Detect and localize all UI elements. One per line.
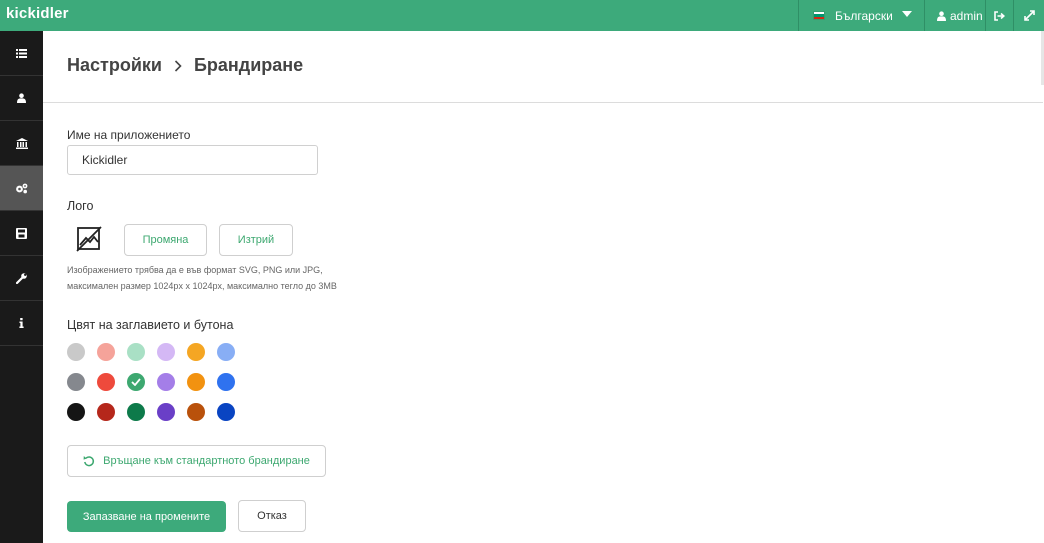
header-divider [43,102,1043,103]
sidebar-item-list[interactable] [0,31,43,76]
color-swatch[interactable] [97,403,115,421]
sidebar-item-users[interactable] [0,76,43,121]
caret-down-icon [902,11,912,17]
user-icon [937,10,946,21]
sidebar [0,31,43,543]
reset-branding-label: Връщане към стандартното брандиране [103,455,310,467]
color-swatch[interactable] [187,343,205,361]
change-logo-button[interactable]: Промяна [124,224,207,256]
user-icon [17,93,26,103]
color-swatch[interactable] [217,403,235,421]
sidebar-item-settings[interactable] [0,166,43,211]
color-swatch[interactable] [127,343,145,361]
color-swatch[interactable] [127,373,145,391]
undo-icon [83,456,95,467]
color-swatch[interactable] [97,343,115,361]
app-name-label: Име на приложението [67,128,191,142]
sign-out-icon [994,10,1005,21]
sidebar-item-organization[interactable] [0,121,43,166]
sidebar-item-tools[interactable] [0,256,43,301]
info-icon [19,318,24,328]
app-logo[interactable]: kickidler [6,5,69,22]
breadcrumb: Настройки Брандиране [67,55,303,76]
color-label: Цвят на заглавието и бутона [67,318,234,332]
color-swatch[interactable] [157,403,175,421]
cogs-icon [16,183,28,193]
main-content: Настройки Брандиране Име на приложението… [43,31,1043,543]
reset-branding-button[interactable]: Връщане към стандартното брандиране [67,445,326,477]
logo-hint-line-2: максимален размер 1024px x 1024px, макси… [67,281,337,291]
chevron-right-icon [174,59,182,72]
logout-button[interactable] [985,0,1013,31]
bulgaria-flag-icon [813,11,825,20]
wrench-icon [16,272,27,284]
color-swatch[interactable] [67,373,85,391]
bank-icon [15,137,28,149]
breadcrumb-current: Брандиране [193,55,304,75]
check-icon [131,378,141,386]
top-bar: kickidler Български admin [0,0,1044,31]
list-icon [16,48,27,58]
sidebar-item-info[interactable] [0,301,43,346]
language-selector[interactable]: Български [798,0,924,31]
breadcrumb-parent[interactable]: Настройки [67,55,162,76]
color-swatch[interactable] [217,373,235,391]
color-swatch[interactable] [67,343,85,361]
color-swatch[interactable] [67,403,85,421]
save-changes-button[interactable]: Запазване на промените [67,501,226,532]
color-swatch[interactable] [217,343,235,361]
user-name: admin [950,8,983,23]
color-swatch[interactable] [187,403,205,421]
app-name-input[interactable] [67,145,318,175]
cancel-button[interactable]: Отказ [238,500,306,532]
color-swatch[interactable] [127,403,145,421]
fullscreen-button[interactable] [1013,0,1044,31]
delete-logo-button[interactable]: Изтрий [219,224,293,256]
color-swatch[interactable] [157,343,175,361]
color-swatch[interactable] [187,373,205,391]
no-image-icon [76,226,102,252]
sidebar-item-storage[interactable] [0,211,43,256]
color-swatch[interactable] [97,373,115,391]
save-icon [16,227,27,239]
color-swatch[interactable] [157,373,175,391]
logo-hint-line-1: Изображението трябва да е във формат SVG… [67,265,323,275]
logo-label: Лого [67,199,94,213]
language-label: Български [835,8,893,23]
expand-icon [1023,10,1035,21]
user-menu[interactable]: admin [924,0,985,31]
